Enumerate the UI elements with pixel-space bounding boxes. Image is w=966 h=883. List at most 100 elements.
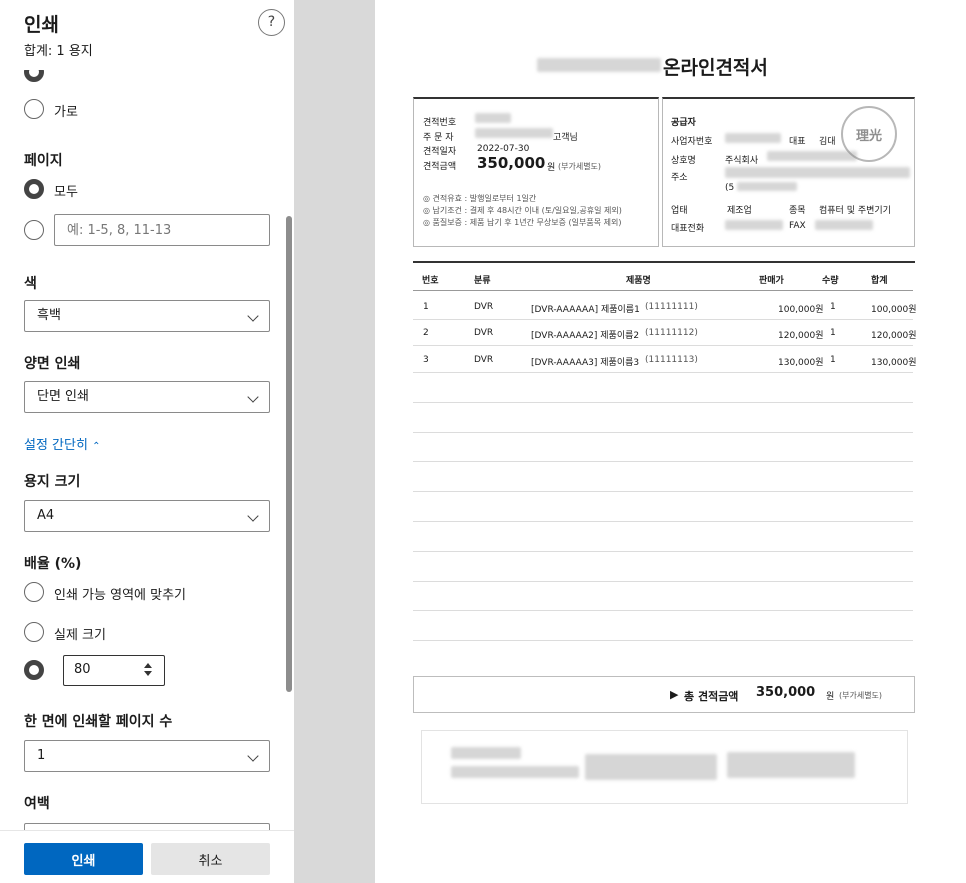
redacted-company (767, 151, 857, 161)
print-button[interactable]: 인쇄 (24, 843, 143, 875)
table-row (413, 551, 913, 552)
color-heading: 색 (24, 276, 37, 292)
row1-code: (11111111) (645, 302, 698, 312)
paper-size-select[interactable]: A4 (24, 500, 270, 532)
table-row (413, 345, 913, 346)
row1-no: 1 (423, 302, 429, 312)
scale-stepper[interactable]: 80 (63, 655, 165, 686)
table-row (413, 319, 913, 320)
chevron-up-icon: ⌃ (92, 441, 101, 452)
company-seal: 理光 (841, 106, 897, 162)
row2-qty: 1 (830, 328, 836, 338)
stepper-arrows-icon[interactable] (144, 663, 154, 677)
settings-scroll-area[interactable]: 가로 페이지 모두 색 흑백 양면 인쇄 단면 인쇄 설정 간단히 ⌃ 용지 크… (0, 70, 294, 830)
row2-total: 120,000원 (871, 331, 917, 341)
pages-per-sheet-heading: 한 면에 인쇄할 페이지 수 (24, 714, 173, 730)
margins-select[interactable] (24, 823, 270, 830)
col-category: 분류 (474, 276, 491, 286)
col-no: 번호 (422, 276, 439, 286)
grand-total-box: ▶ 총 견적금액 350,000 원 (부가세별도) (413, 676, 915, 713)
chevron-down-icon (247, 391, 259, 403)
redacted-footer-1 (451, 747, 521, 759)
radio-landscape[interactable] (24, 99, 44, 119)
table-row (413, 640, 913, 641)
document-title: 온라인견적서 (663, 57, 768, 79)
table-row (413, 581, 913, 582)
radio-fit-printable[interactable] (24, 582, 44, 602)
pages-per-sheet-select[interactable]: 1 (24, 740, 270, 772)
redacted-phone (725, 220, 783, 230)
company-label: 상호명 (671, 156, 696, 166)
address-zip: (5 (725, 183, 735, 193)
row2-product: [DVR-AAAAA2] 제품이름2 (531, 331, 640, 341)
paper-size-heading: 용지 크기 (24, 474, 81, 490)
note-delivery: ◎ 납기조건 : 결제 후 48시간 이내 (토/일요일,공휴일 제외) (423, 206, 622, 215)
panel-footer: 인쇄 취소 (0, 830, 294, 883)
radio-portrait[interactable] (24, 70, 44, 82)
table-row (413, 432, 913, 433)
sheet-count: 합계: 1 용지 (24, 44, 93, 59)
seal-text: 理光 (855, 129, 882, 144)
row1-price: 100,000원 (778, 305, 824, 315)
cancel-button[interactable]: 취소 (151, 843, 270, 875)
phone-label: 대표전화 (671, 224, 705, 234)
table-row (413, 491, 913, 492)
print-panel: 인쇄 합계: 1 용지 ? 가로 페이지 모두 색 흑백 양면 인쇄 단면 인쇄… (0, 0, 294, 883)
redacted-quote-no (475, 113, 511, 123)
note-warranty: ◎ 품질보증 : 제품 납기 후 1년간 무상보증 (일부품목 제외) (423, 218, 622, 227)
amount-unit: 원 (547, 163, 556, 173)
help-button[interactable]: ? (258, 9, 285, 36)
chevron-down-icon (247, 750, 259, 762)
row3-product: [DVR-AAAAA3] 제품이름3 (531, 358, 640, 368)
row3-price: 130,000원 (778, 358, 824, 368)
header-rule (413, 290, 913, 291)
print-preview-page: 온라인견적서 견적번호 주 문 자 고객님 견적일자 2022-07-30 견적… (375, 0, 966, 883)
quote-no-label: 견적번호 (423, 118, 457, 128)
table-row (413, 461, 913, 462)
radio-pages-all[interactable] (24, 179, 44, 199)
redacted-company-name (537, 58, 661, 72)
business-value: 제조업 (727, 206, 752, 216)
actual-size-label: 실제 크기 (54, 628, 106, 643)
row3-no: 3 (423, 355, 429, 365)
redacted-fax (815, 220, 873, 230)
row2-code: (11111112) (645, 328, 698, 338)
fax-label: FAX (789, 221, 806, 231)
redacted-address (725, 167, 910, 178)
grand-total-unit: 원 (826, 692, 835, 702)
table-row (413, 610, 913, 611)
scrollbar-thumb[interactable] (286, 216, 292, 692)
less-settings-link[interactable]: 설정 간단히 ⌃ (24, 434, 100, 453)
color-value: 흑백 (37, 308, 61, 323)
customer-suffix: 고객님 (553, 133, 578, 143)
grand-total-vat: (부가세별도) (839, 691, 883, 700)
color-select[interactable]: 흑백 (24, 300, 270, 332)
row1-qty: 1 (830, 302, 836, 312)
pages-per-sheet-value: 1 (37, 748, 46, 763)
date-label: 견적일자 (423, 147, 457, 157)
row2-no: 2 (423, 328, 429, 338)
grand-total-label: 총 견적금액 (684, 690, 739, 703)
radio-custom-scale[interactable] (24, 660, 44, 680)
row3-category: DVR (474, 355, 494, 365)
radio-pages-custom[interactable] (24, 220, 44, 240)
row2-price: 120,000원 (778, 331, 824, 341)
radio-actual-size[interactable] (24, 622, 44, 642)
table-top-rule (413, 261, 915, 263)
row3-total: 130,000원 (871, 358, 917, 368)
margins-heading: 여백 (24, 796, 50, 812)
redacted-biz-no (725, 133, 781, 143)
redacted-footer-3 (585, 754, 717, 780)
pages-range-input[interactable] (54, 214, 270, 246)
chevron-down-icon (247, 510, 259, 522)
chevron-down-icon (247, 310, 259, 322)
row1-total: 100,000원 (871, 305, 917, 315)
table-row (413, 402, 913, 403)
fit-printable-label: 인쇄 가능 영역에 맞추기 (54, 588, 186, 603)
scale-heading: 배율 (%) (24, 556, 82, 572)
item-value: 컴퓨터 및 주변기기 (819, 206, 891, 216)
duplex-select[interactable]: 단면 인쇄 (24, 381, 270, 413)
row1-category: DVR (474, 302, 494, 312)
row3-qty: 1 (830, 355, 836, 365)
table-row (413, 521, 913, 522)
